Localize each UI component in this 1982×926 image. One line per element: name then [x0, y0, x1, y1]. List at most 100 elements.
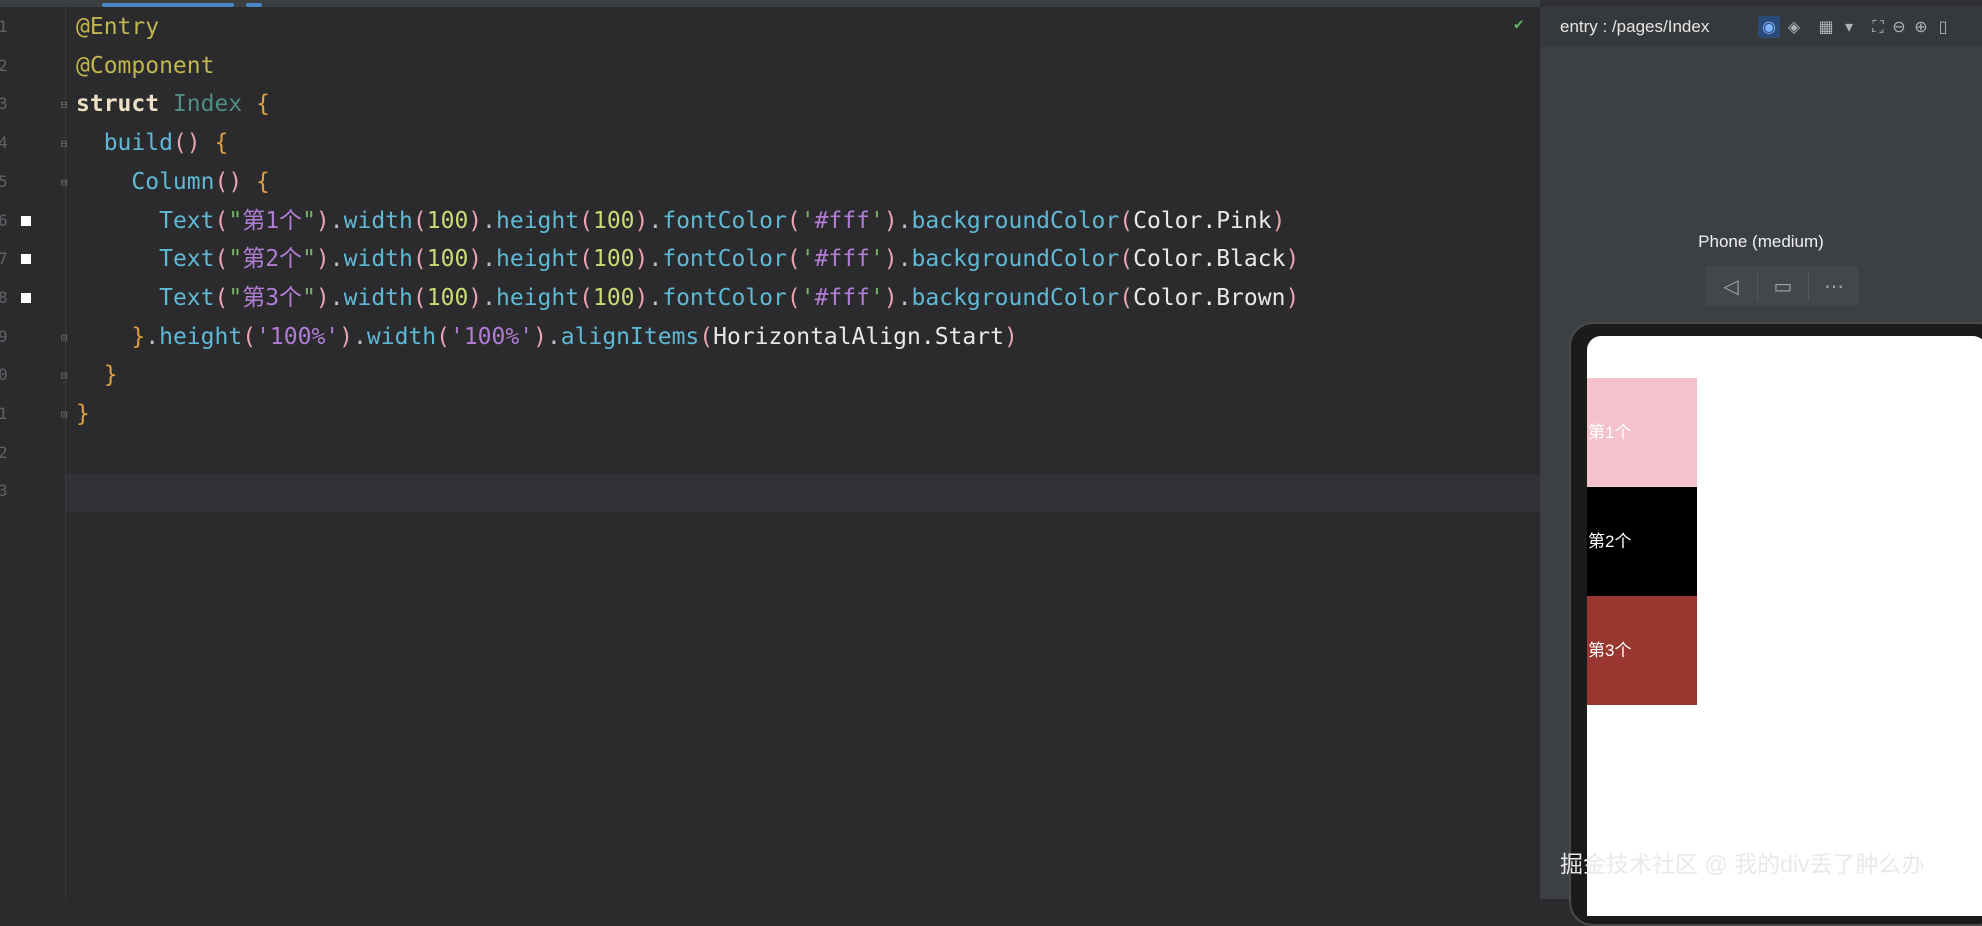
fold-marker-icon[interactable]: ⊡: [57, 408, 71, 422]
code-token: @Entry: [76, 14, 160, 40]
code-token: {: [214, 130, 229, 157]
code-token: 100: [426, 284, 469, 311]
code-token: @Component: [76, 52, 215, 79]
code-line[interactable]: }: [76, 360, 118, 390]
code-token: #fff: [814, 246, 870, 273]
rotate-device-icon[interactable]: ▭: [1758, 266, 1808, 306]
code-token: }: [103, 362, 118, 389]
code-token: .: [648, 207, 663, 234]
code-token: (: [412, 284, 427, 311]
code-line[interactable]: build() {: [76, 128, 229, 158]
chevron-down-icon[interactable]: ▾: [1838, 16, 1860, 38]
code-line[interactable]: }.height('100%').width('100%').alignItem…: [76, 322, 1017, 352]
code-token: Color.Pink: [1133, 207, 1272, 234]
code-token: 100: [592, 207, 635, 234]
code-token: Color.Black: [1133, 246, 1286, 273]
code-line[interactable]: Text("第2个").width(100).height(100).fontC…: [76, 244, 1299, 274]
fold-marker-icon[interactable]: ⊟: [57, 137, 71, 151]
tab-indicator[interactable]: [246, 3, 262, 7]
code-token: ': [869, 284, 884, 311]
code-token: width: [366, 323, 437, 350]
code-token: {: [256, 168, 270, 195]
line-marker-icon[interactable]: [21, 215, 31, 226]
code-token: (: [579, 207, 593, 234]
layers-icon[interactable]: ◈: [1783, 16, 1805, 38]
eye-icon[interactable]: ◉: [1758, 16, 1780, 38]
code-editor[interactable]: 1 2 3 ⊟ 4 ⊟ 5 ⊟ 6 7 8 9 ⊡ 0 ⊡ 1 ⊡ 2 3 @Entry @Component stru…: [0, 0, 1540, 899]
phone-screen: 第1个 第2个 第3个: [1587, 336, 1982, 916]
fit-screen-icon[interactable]: ⛶: [1867, 16, 1889, 38]
zoom-out-icon[interactable]: ⊖: [1888, 16, 1910, 38]
code-token: struct: [76, 91, 160, 118]
code-token: .: [482, 246, 497, 273]
code-line[interactable]: Text("第3个").width(100).height(100).fontC…: [76, 283, 1299, 313]
zoom-in-icon[interactable]: ⊕: [1910, 16, 1932, 38]
code-token: 100: [592, 246, 635, 273]
text-block-1[interactable]: 第1个: [1587, 378, 1697, 487]
code-token: ': [869, 246, 884, 273]
text-block-2[interactable]: 第2个: [1587, 487, 1697, 596]
code-token: backgroundColor: [911, 246, 1120, 273]
code-token: ": [228, 246, 243, 273]
code-token: height: [496, 284, 580, 311]
fold-marker-icon[interactable]: ⊡: [57, 369, 71, 383]
code-token: 100: [426, 207, 469, 234]
code-token: ): [1285, 246, 1300, 273]
inspection-ok-icon[interactable]: ✔: [1514, 14, 1524, 33]
code-token: (: [242, 323, 257, 350]
code-token: #fff: [814, 284, 870, 311]
code-token: 100: [592, 284, 635, 311]
code-token: ): [339, 323, 354, 350]
code-token: 第3个: [242, 284, 303, 311]
code-token: .: [482, 284, 497, 311]
code-token: ): [1271, 207, 1286, 234]
code-line[interactable]: @Component: [76, 51, 214, 81]
code-token: .: [648, 246, 663, 273]
code-token: ): [468, 246, 483, 273]
grid-icon[interactable]: ▦: [1815, 16, 1837, 38]
code-token: height: [496, 207, 580, 234]
code-token: (): [214, 168, 243, 195]
more-icon[interactable]: ⋯: [1809, 266, 1859, 306]
code-line[interactable]: @Entry: [76, 12, 159, 42]
code-token: (: [699, 323, 714, 350]
line-marker-icon[interactable]: [21, 254, 31, 265]
code-line[interactable]: struct Index {: [76, 89, 270, 119]
fold-marker-icon[interactable]: ⊟: [57, 176, 71, 190]
preview-top-strip: [1540, 0, 1982, 7]
line-number: 3: [0, 94, 8, 114]
line-number: 2: [0, 442, 8, 462]
code-line[interactable]: Column() {: [76, 167, 270, 197]
code-token: ): [315, 207, 330, 234]
more-tools-icon[interactable]: ▯: [1932, 16, 1954, 38]
code-token: 100: [426, 246, 469, 273]
code-token: build: [103, 130, 173, 157]
code-token: Column: [131, 168, 215, 195]
code-token: (: [1119, 246, 1134, 273]
text-block-3[interactable]: 第3个: [1587, 596, 1697, 705]
code-token: width: [343, 284, 413, 311]
code-line[interactable]: }: [76, 399, 90, 429]
line-marker-icon[interactable]: [21, 292, 31, 303]
code-token: '100%': [449, 323, 534, 350]
code-token: ): [533, 323, 547, 350]
code-token: ": [302, 207, 316, 234]
line-number: 2: [0, 55, 8, 75]
code-token: {: [256, 91, 270, 118]
code-token: Text: [159, 284, 215, 311]
back-icon[interactable]: ◁: [1706, 266, 1756, 306]
code-token: ': [800, 284, 815, 311]
fold-marker-icon[interactable]: ⊡: [57, 331, 71, 345]
code-token: ): [1285, 284, 1300, 311]
code-token: Text: [159, 246, 215, 273]
active-tab-indicator[interactable]: [102, 3, 234, 7]
line-number: 5: [0, 171, 8, 191]
fold-marker-icon[interactable]: ⊟: [57, 98, 71, 112]
code-line[interactable]: Text("第1个").width(100).height(100).fontC…: [76, 206, 1285, 236]
